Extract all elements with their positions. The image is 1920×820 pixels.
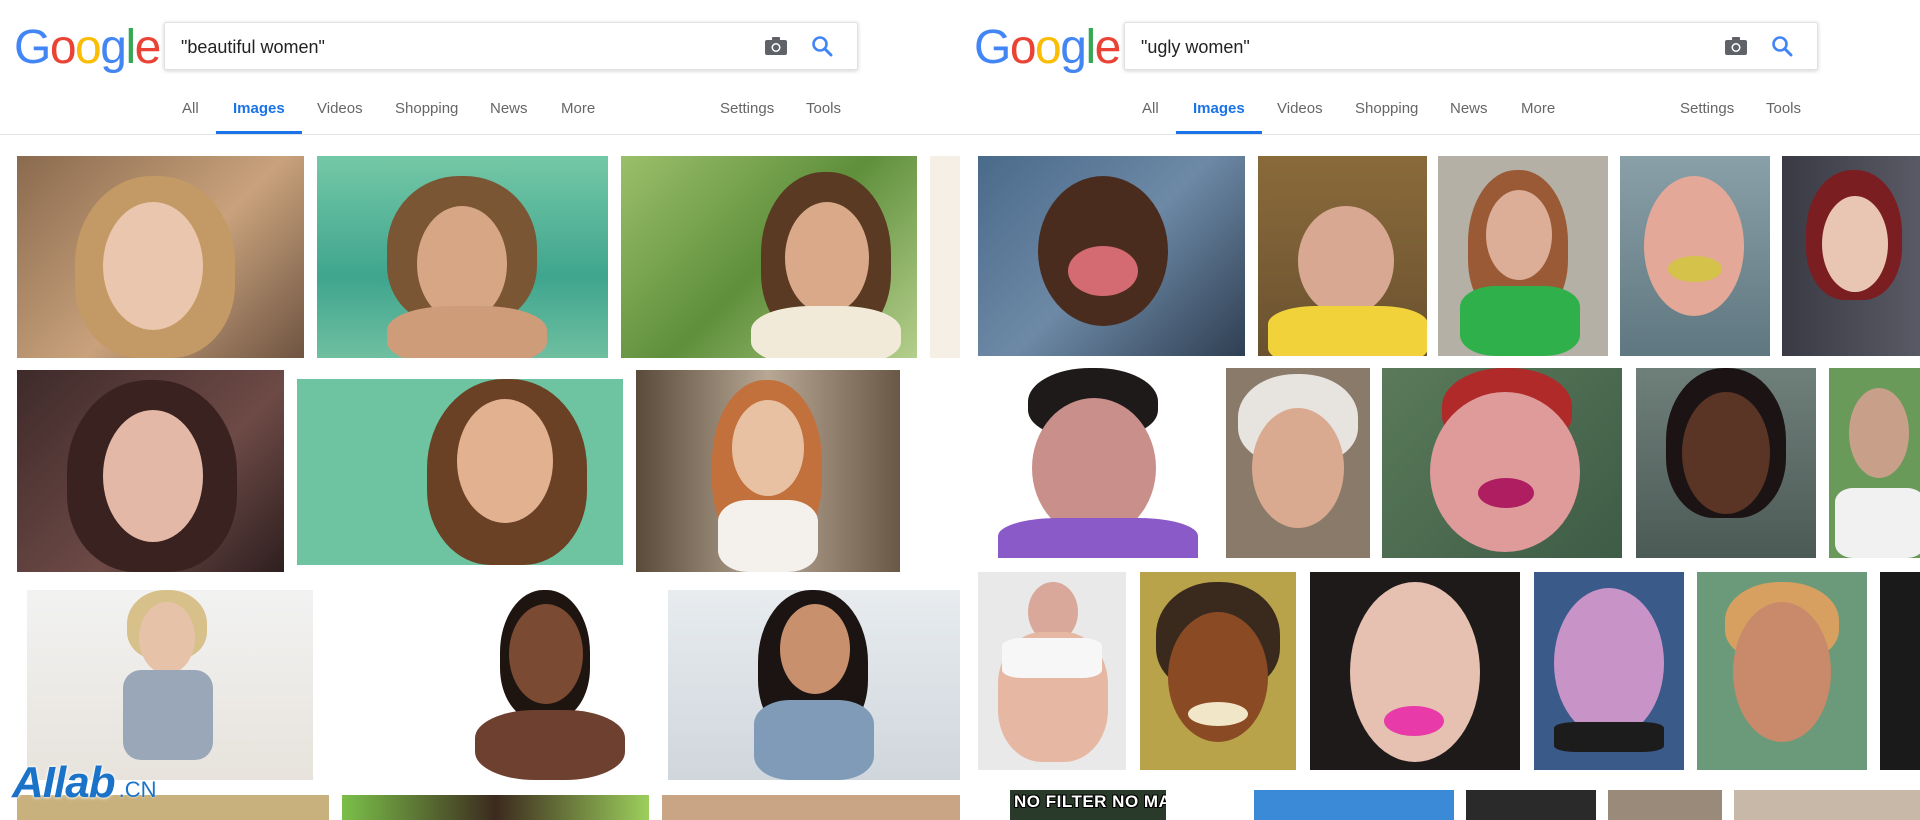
camera-icon[interactable] bbox=[1721, 31, 1751, 61]
tab-more[interactable]: More bbox=[1521, 100, 1555, 117]
image-banner-text: NO FILTER NO MAKEUP bbox=[1014, 792, 1166, 811]
search-input[interactable] bbox=[179, 23, 743, 71]
search-icon[interactable] bbox=[1767, 31, 1797, 61]
active-tab-indicator bbox=[1176, 131, 1262, 134]
image-thumbnail[interactable] bbox=[317, 156, 608, 358]
tab-videos[interactable]: Videos bbox=[317, 100, 363, 117]
image-thumbnail[interactable] bbox=[1782, 156, 1920, 356]
image-thumbnail[interactable] bbox=[1310, 572, 1520, 770]
active-tab-indicator bbox=[216, 131, 302, 134]
tab-images[interactable]: Images bbox=[233, 100, 285, 117]
watermark-suffix: .CN bbox=[118, 777, 157, 802]
image-thumbnail[interactable] bbox=[1258, 156, 1427, 356]
search-input[interactable] bbox=[1139, 23, 1703, 71]
search-icon[interactable] bbox=[807, 31, 837, 61]
image-thumbnail[interactable] bbox=[978, 156, 1245, 356]
image-thumbnail[interactable] bbox=[1140, 572, 1296, 770]
tab-settings[interactable]: Settings bbox=[720, 100, 774, 117]
image-thumbnail[interactable] bbox=[17, 370, 284, 572]
image-thumbnail[interactable] bbox=[621, 156, 917, 358]
tab-all[interactable]: All bbox=[182, 100, 199, 117]
tab-shopping[interactable]: Shopping bbox=[395, 100, 458, 117]
watermark-main: AIlab bbox=[12, 758, 116, 807]
search-box bbox=[164, 22, 858, 71]
image-thumbnail[interactable] bbox=[1734, 790, 1920, 820]
google-logo[interactable]: Google bbox=[14, 18, 161, 78]
image-thumbnail[interactable] bbox=[1382, 368, 1622, 558]
search-tabs: All Images Videos Shopping News More Set… bbox=[960, 96, 1920, 134]
header-right: Google All Images Videos Shopping News M… bbox=[960, 0, 1920, 135]
image-thumbnail[interactable] bbox=[17, 156, 304, 358]
image-thumbnail[interactable] bbox=[1880, 572, 1920, 770]
tab-settings[interactable]: Settings bbox=[1680, 100, 1734, 117]
search-tabs: All Images Videos Shopping News More Set… bbox=[0, 96, 960, 134]
image-grid-right: NO FILTER NO MAKEUP bbox=[960, 135, 1920, 820]
image-thumbnail[interactable] bbox=[1608, 790, 1722, 820]
image-thumbnail[interactable] bbox=[297, 379, 623, 565]
site-watermark: AIlab .CN bbox=[12, 758, 156, 808]
image-thumbnail[interactable] bbox=[978, 368, 1213, 558]
image-thumbnail[interactable]: NO FILTER NO MAKEUP bbox=[1010, 790, 1166, 820]
tab-shopping[interactable]: Shopping bbox=[1355, 100, 1418, 117]
results-panel-right: Google All Images Videos Shopping News M… bbox=[960, 0, 1920, 820]
camera-icon[interactable] bbox=[761, 31, 791, 61]
image-thumbnail[interactable] bbox=[1438, 156, 1608, 356]
results-panel-left: Google All Images Videos Shopping News M… bbox=[0, 0, 960, 820]
tab-images[interactable]: Images bbox=[1193, 100, 1245, 117]
header-left: Google All Images Videos Shopping News M… bbox=[0, 0, 960, 135]
image-thumbnail[interactable] bbox=[1620, 156, 1770, 356]
image-thumbnail[interactable] bbox=[1466, 790, 1596, 820]
image-thumbnail[interactable] bbox=[930, 156, 960, 358]
google-logo[interactable]: Google bbox=[974, 18, 1121, 78]
tab-more[interactable]: More bbox=[561, 100, 595, 117]
image-thumbnail[interactable] bbox=[342, 795, 649, 820]
image-thumbnail[interactable] bbox=[325, 590, 656, 780]
tab-news[interactable]: News bbox=[490, 100, 528, 117]
image-thumbnail[interactable] bbox=[27, 590, 313, 780]
tab-tools[interactable]: Tools bbox=[806, 100, 841, 117]
image-thumbnail[interactable] bbox=[1254, 790, 1454, 820]
image-thumbnail[interactable] bbox=[1226, 368, 1370, 558]
image-thumbnail[interactable] bbox=[668, 590, 960, 780]
image-thumbnail[interactable] bbox=[1636, 368, 1816, 558]
image-thumbnail[interactable] bbox=[1829, 368, 1920, 558]
tab-all[interactable]: All bbox=[1142, 100, 1159, 117]
image-thumbnail[interactable] bbox=[662, 795, 960, 820]
tab-news[interactable]: News bbox=[1450, 100, 1488, 117]
tab-tools[interactable]: Tools bbox=[1766, 100, 1801, 117]
image-grid-left bbox=[0, 135, 960, 820]
tab-videos[interactable]: Videos bbox=[1277, 100, 1323, 117]
image-thumbnail[interactable] bbox=[978, 572, 1126, 770]
search-box bbox=[1124, 22, 1818, 71]
image-thumbnail[interactable] bbox=[1534, 572, 1684, 770]
image-thumbnail[interactable] bbox=[636, 370, 900, 572]
image-thumbnail[interactable] bbox=[1697, 572, 1867, 770]
